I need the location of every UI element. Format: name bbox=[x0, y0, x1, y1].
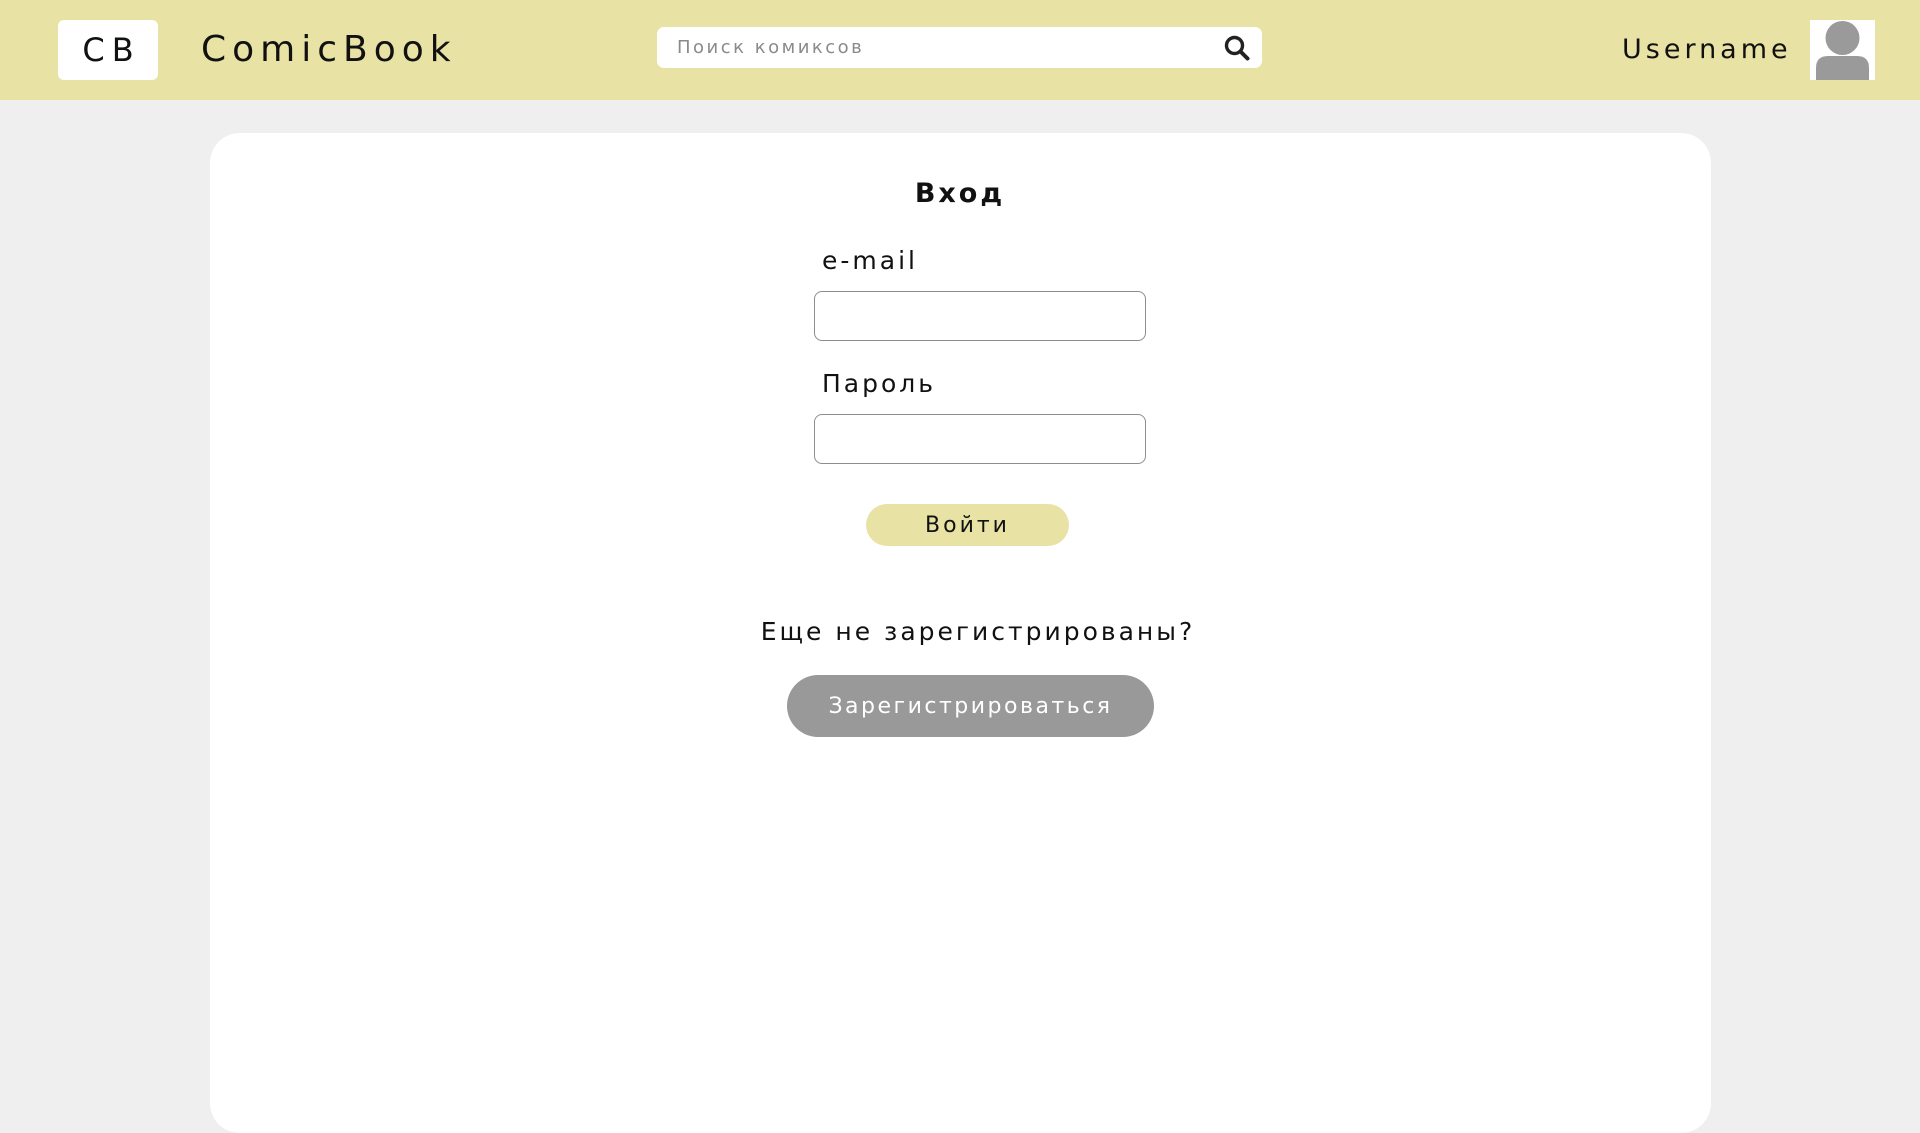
password-label: Пароль bbox=[822, 369, 936, 398]
email-label: e-mail bbox=[822, 246, 918, 275]
search-bar bbox=[657, 27, 1262, 68]
password-field[interactable] bbox=[814, 414, 1146, 464]
login-button[interactable]: Войти bbox=[866, 504, 1069, 546]
top-bar: CB ComicBook Username bbox=[0, 0, 1920, 100]
email-field[interactable] bbox=[814, 291, 1146, 341]
search-input[interactable] bbox=[657, 27, 1212, 68]
username[interactable]: Username bbox=[1622, 30, 1792, 70]
login-title: Вход bbox=[914, 178, 1006, 209]
brand-name[interactable]: ComicBook bbox=[201, 26, 457, 74]
search-icon[interactable] bbox=[1221, 32, 1252, 63]
register-button[interactable]: Зарегистрироваться bbox=[787, 675, 1154, 737]
not-registered-text: Еще не зарегистрированы? bbox=[760, 617, 1196, 646]
logo[interactable]: CB bbox=[58, 20, 158, 80]
user-avatar-icon[interactable] bbox=[1810, 20, 1875, 80]
